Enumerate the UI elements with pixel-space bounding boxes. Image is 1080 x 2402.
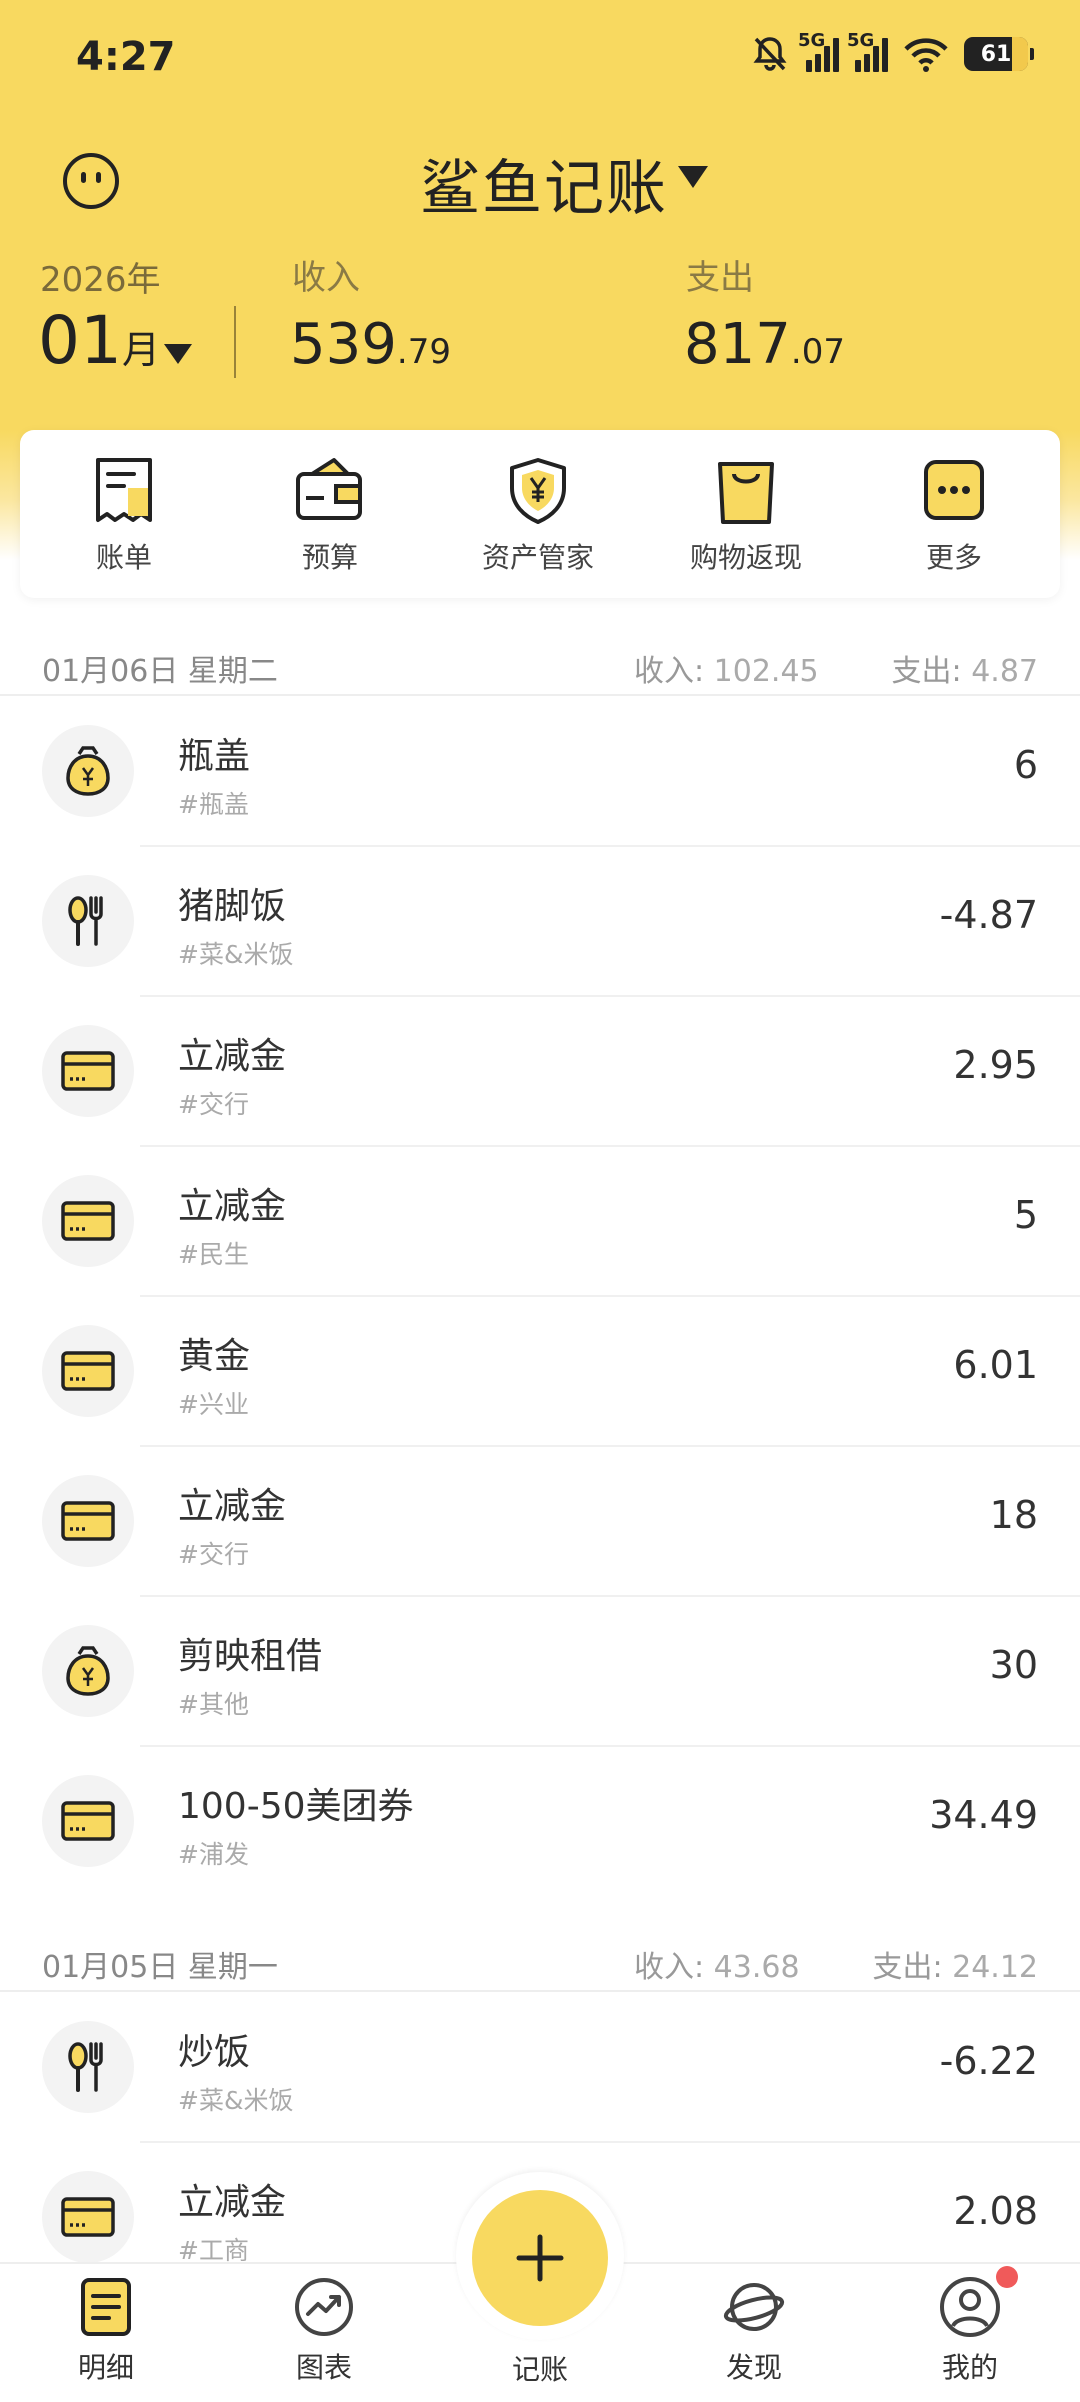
- income-value: 539.79: [290, 312, 451, 377]
- list-item[interactable]: 猪脚饭 #菜&米饭 -4.87: [0, 847, 1080, 997]
- month-selector[interactable]: 01月: [38, 302, 160, 379]
- money-bag-icon: [66, 1646, 110, 1696]
- expense-label: 支出: [686, 258, 754, 298]
- status-bar: 4:27 5G 5G 61: [0, 0, 1080, 120]
- signal-2-icon: 5G: [847, 30, 888, 72]
- expense-value: 817.07: [684, 312, 845, 377]
- app-title[interactable]: 鲨鱼记账: [420, 140, 668, 227]
- nav-detail[interactable]: 明细: [46, 2276, 166, 2386]
- day-divider: [0, 1990, 1080, 1992]
- card-icon: [61, 1801, 115, 1841]
- quick-item-cashback[interactable]: 购物返现: [656, 456, 836, 576]
- nav-chart[interactable]: 图表: [264, 2276, 384, 2386]
- nav-discover[interactable]: 发现: [694, 2276, 814, 2386]
- list-item[interactable]: 立减金 #交行 18: [0, 1447, 1080, 1597]
- card-icon: [61, 1501, 115, 1541]
- dropdown-arrow-icon[interactable]: [676, 162, 710, 192]
- month-dropdown-icon[interactable]: [162, 340, 194, 368]
- list-item[interactable]: 100-50美团券 #浦发 34.49: [0, 1747, 1080, 1897]
- shield-yen-icon: [510, 458, 566, 524]
- wallet-icon: [296, 458, 362, 520]
- bill-icon: [96, 458, 152, 522]
- utensils-icon: [68, 2042, 103, 2092]
- card-icon: [61, 2197, 115, 2237]
- header-divider: [234, 306, 236, 378]
- utensils-icon: [68, 896, 103, 946]
- money-bag-icon: [66, 746, 110, 796]
- profile-icon: [940, 2277, 1000, 2337]
- shopping-bag-icon: [718, 462, 774, 524]
- signal-1-icon: 5G: [798, 30, 839, 72]
- battery-icon: 61: [964, 37, 1034, 71]
- planet-icon: [723, 2283, 785, 2331]
- list-item[interactable]: 瓶盖 #瓶盖 6: [0, 697, 1080, 847]
- bell-muted-icon: [753, 37, 787, 71]
- plus-icon: [516, 2234, 564, 2282]
- year-label[interactable]: 2026年: [40, 252, 161, 301]
- month-unit: 月: [121, 328, 160, 372]
- income-label: 收入: [292, 258, 360, 298]
- quick-item-budget[interactable]: 预算: [240, 456, 420, 576]
- quick-menu: 账单 预算 资产管家 购物返现 更多: [20, 430, 1060, 598]
- card-icon: [61, 1201, 115, 1241]
- card-icon: [61, 1051, 115, 1091]
- list-item[interactable]: 炒饭 #菜&米饭 -6.22: [0, 1993, 1080, 2143]
- status-icons: 5G 5G 61: [750, 30, 1034, 74]
- day-divider: [0, 694, 1080, 696]
- quick-item-bill[interactable]: 账单: [34, 456, 214, 576]
- list-item[interactable]: 立减金 #交行 2.95: [0, 997, 1080, 1147]
- quick-item-assets[interactable]: 资产管家: [448, 456, 628, 576]
- smiley-profile-icon[interactable]: [62, 152, 120, 210]
- chart-icon: [295, 2278, 353, 2336]
- more-icon: [924, 460, 984, 520]
- add-record-button[interactable]: [472, 2190, 608, 2326]
- nav-record-label[interactable]: 记账: [480, 2348, 600, 2388]
- quick-item-more[interactable]: 更多: [864, 456, 1044, 576]
- card-icon: [61, 1351, 115, 1391]
- month-number: 01: [38, 302, 122, 379]
- detail-icon: [81, 2278, 131, 2336]
- nav-profile[interactable]: 我的: [910, 2276, 1030, 2386]
- list-item[interactable]: 黄金 #兴业 6.01: [0, 1297, 1080, 1447]
- notification-badge: [996, 2266, 1018, 2288]
- wifi-icon: [904, 38, 948, 72]
- list-item[interactable]: 立减金 #民生 5: [0, 1147, 1080, 1297]
- list-item[interactable]: 剪映租借 #其他 30: [0, 1597, 1080, 1747]
- status-time: 4:27: [76, 34, 176, 80]
